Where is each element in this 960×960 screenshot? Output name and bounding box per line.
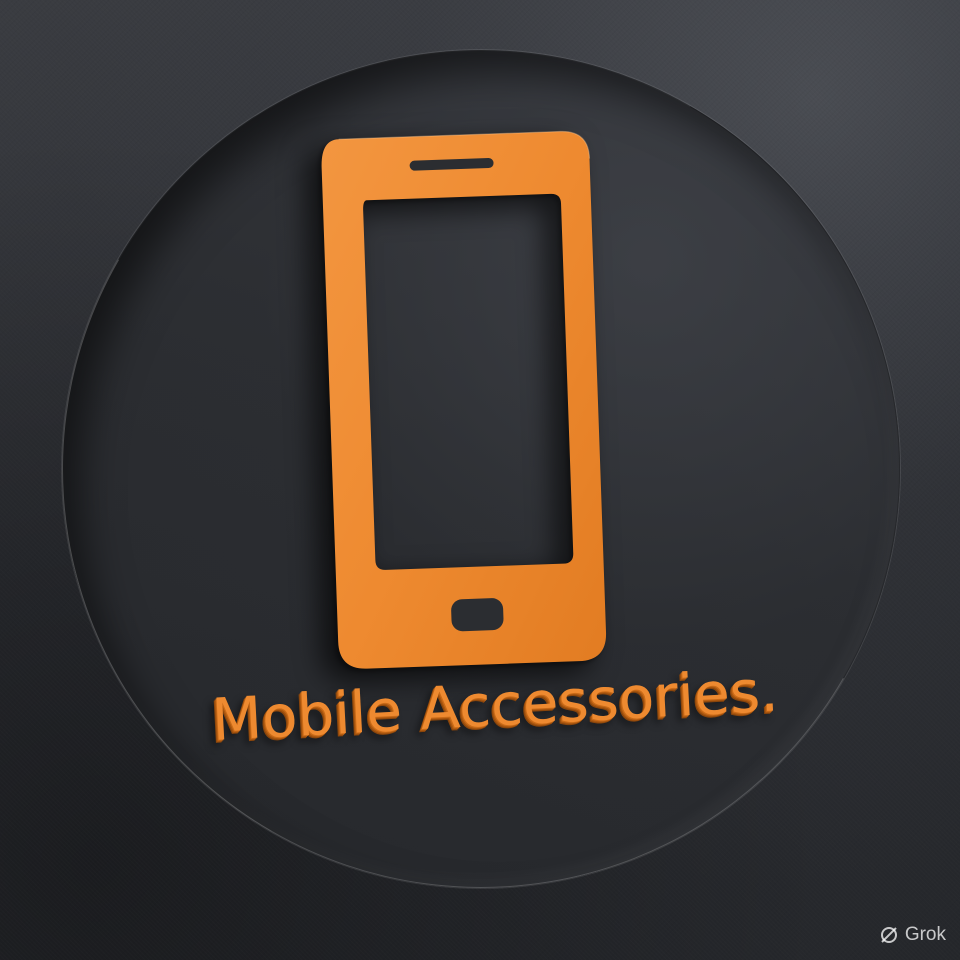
watermark: Grok (879, 924, 946, 946)
watermark-text: Grok (904, 924, 946, 945)
grok-logo-icon (880, 927, 897, 943)
smartphone-icon (321, 130, 607, 669)
logo-canvas: Mobile Accessories. Grok (0, 0, 960, 960)
home-button (451, 598, 504, 632)
